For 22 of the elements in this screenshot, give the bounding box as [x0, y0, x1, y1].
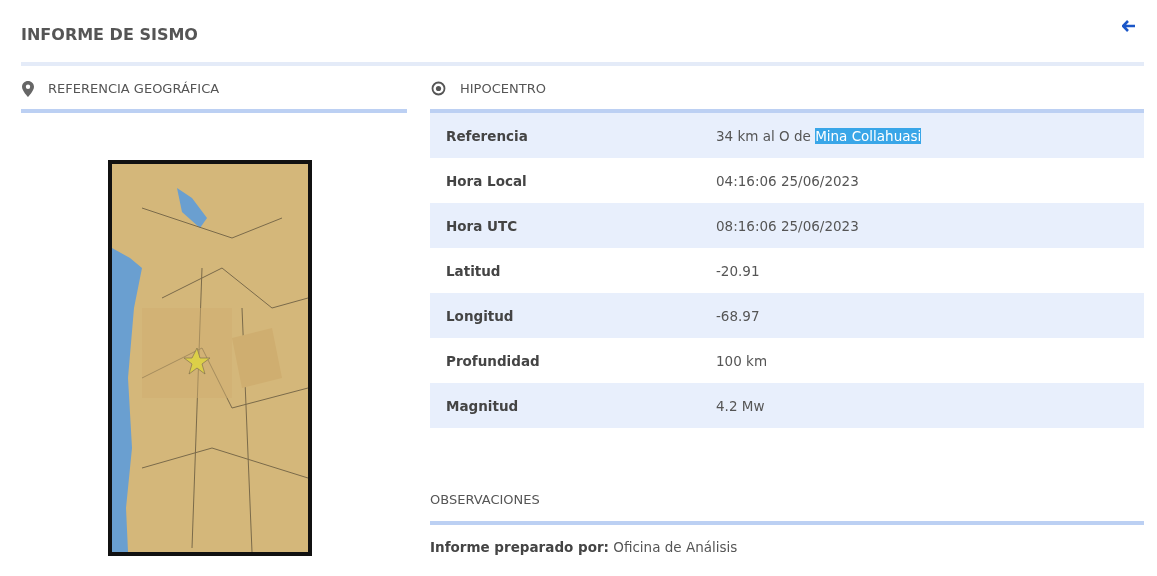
row-label: Hora UTC [445, 217, 519, 234]
location-pin-icon [22, 80, 34, 97]
section-heading: REFERENCIA GEOGRÁFICA [48, 81, 220, 96]
back-arrow-icon[interactable] [1122, 20, 1136, 32]
row-value: 08:16:06 25/06/2023 [716, 217, 859, 234]
page-title: INFORME DE SISMO [21, 24, 198, 44]
row-value: 34 km al O de Mina Collahuasi [716, 127, 922, 144]
section-heading: HIPOCENTRO [460, 81, 546, 96]
row-label: Magnitud [445, 397, 520, 414]
row-value: 04:16:06 25/06/2023 [716, 172, 859, 189]
row-value: 4.2 Mw [716, 397, 765, 414]
target-icon [431, 81, 446, 96]
row-label: Latitud [445, 262, 502, 279]
row-label: Longitud [445, 307, 515, 324]
row-label: Profundidad [445, 352, 541, 369]
row-value: -20.91 [716, 262, 760, 279]
row-value: 100 km [716, 352, 768, 369]
observation-text: Informe preparado por: Oficina de Análisis [430, 539, 739, 555]
row-label: Referencia [445, 127, 529, 144]
row-value: -68.97 [716, 307, 760, 324]
row-label: Hora Local [445, 172, 528, 189]
section-heading: OBSERVACIONES [430, 492, 540, 507]
